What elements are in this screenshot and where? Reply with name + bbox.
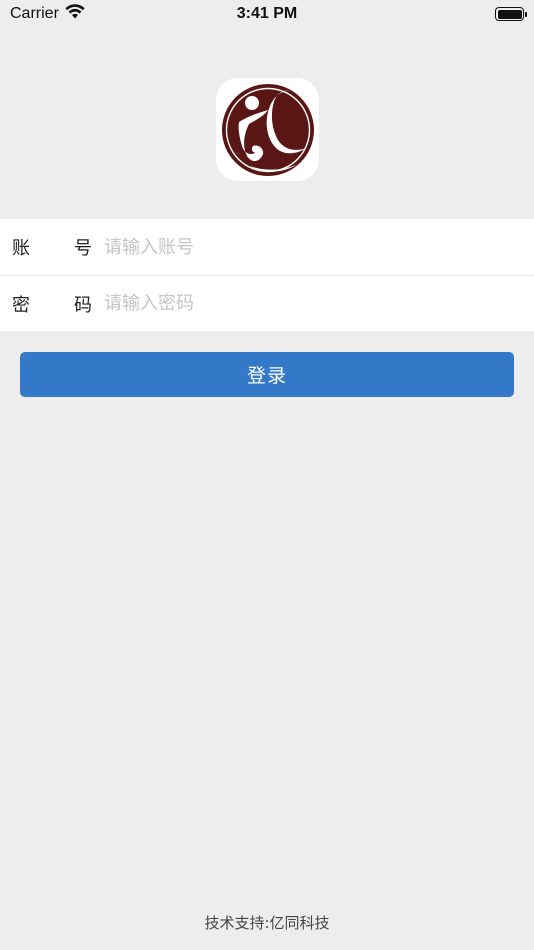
status-time: 3:41 PM	[236, 5, 298, 22]
account-input[interactable]	[104, 219, 534, 275]
password-label-char-2: 码	[74, 294, 92, 316]
login-form: 账 号 密 码	[0, 219, 534, 331]
password-input[interactable]	[104, 276, 534, 331]
account-label-char-1: 账	[12, 238, 30, 259]
battery-icon	[495, 7, 527, 21]
account-row: 账 号	[0, 219, 534, 275]
account-label: 账 号	[0, 234, 104, 260]
password-row: 密 码	[0, 275, 534, 331]
account-label-char-2: 号	[74, 238, 92, 259]
battery-level	[497, 9, 522, 19]
status-bar: Carrier 3:41 PM	[0, 0, 534, 28]
app-logo	[216, 78, 319, 181]
login-screen: Carrier 3:41 PM 账 号 请输入账号 密 码 登录 技术支持:亿同…	[0, 0, 534, 950]
app-logo-icon	[221, 83, 314, 176]
password-label-char-1: 密	[12, 294, 30, 316]
tech-support-footer: 技术支持:亿同科技	[204, 914, 330, 932]
password-label: 密 码	[0, 291, 104, 317]
login-button[interactable]: 登录	[20, 352, 514, 397]
